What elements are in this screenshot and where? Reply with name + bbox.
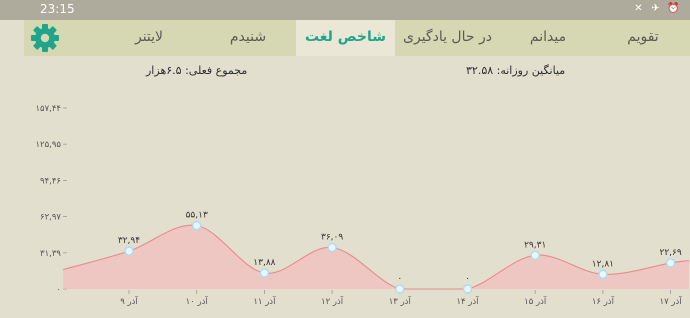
status-bar: 23:15 ✕ ✈ ⏰ <box>0 0 690 20</box>
data-point <box>530 250 540 261</box>
data-label: ۳۶,۰۹ <box>321 233 343 243</box>
y-tick-label: ۱۲۵,۹۵ <box>35 140 61 150</box>
y-tick-label: ۳۱,۳۹ <box>40 249 61 259</box>
data-label: ۱۳,۸۸ <box>253 258 275 268</box>
y-tick-label: ۱۵۷,۴۴ <box>35 104 61 114</box>
y-tick-label: ۹۴,۴۶ <box>40 176 61 186</box>
x-tick-label: ۱۵ آذر <box>524 295 547 307</box>
data-point <box>598 269 608 279</box>
status-icons: ✕ ✈ ⏰ <box>633 3 680 15</box>
x-tick-label: ۱۱ آذر <box>253 295 276 307</box>
data-point <box>462 284 473 294</box>
airplane-icon: ✈ <box>651 3 660 14</box>
data-point <box>124 246 134 256</box>
data-point <box>259 268 270 278</box>
tab-bar: تقویم میدانم در حال یادگیری شاخص لغت شنی… <box>24 20 690 56</box>
x-tick-label: ۱۷ آذر <box>660 295 683 307</box>
tab-known[interactable]: میدانم <box>500 20 596 56</box>
data-point <box>327 242 337 253</box>
data-label: ۰ <box>465 274 470 284</box>
data-label: ۲۲,۶۹ <box>659 248 681 258</box>
data-label: ۲۹,۳۱ <box>524 240 546 250</box>
tab-learning[interactable]: در حال یادگیری <box>395 20 500 56</box>
x-tick-label: ۹ آذر <box>120 295 138 307</box>
x-tick-label: ۱۶ آذر <box>592 295 615 307</box>
status-time: 23:15 <box>40 2 75 16</box>
tab-calendar[interactable]: تقویم <box>596 20 690 56</box>
current-total: مجموع فعلی: ۶.۵هزار <box>146 64 248 77</box>
y-tick-label: ۶۲,۹۷ <box>40 213 61 223</box>
series-area <box>63 225 689 289</box>
y-tick-label: ۰ <box>56 285 61 295</box>
daily-average: میانگین روزانه: ۳۲.۵۸ <box>466 64 566 77</box>
alarm-icon: ⏰ <box>667 3 680 14</box>
data-point <box>191 220 202 231</box>
data-label: ۵۵,۱۳ <box>186 211 208 221</box>
x-tick-label: ۱۳ آذر <box>389 295 412 307</box>
data-point <box>665 258 676 268</box>
gear-icon[interactable] <box>29 22 61 54</box>
data-label: ۱۲,۸۱ <box>592 259 614 269</box>
x-tick-label: ۱۰ آذر <box>186 295 209 307</box>
x-tick-label: ۱۲ آذر <box>321 295 344 307</box>
data-point <box>395 284 405 294</box>
mute-icon: ✕ <box>634 3 643 14</box>
y-axis: ۰ ۳۱,۳۹ ۶۲,۹۷ ۹۴,۴۶ ۱۲۵,۹۵ ۱۵۷,۴۴ <box>35 104 67 295</box>
data-label: ۰ <box>397 274 402 284</box>
data-label: ۳۲,۹۴ <box>118 236 140 246</box>
tab-leitner[interactable]: لایتنر <box>98 20 200 56</box>
word-index-chart: ۰ ۳۱,۳۹ ۶۲,۹۷ ۹۴,۴۶ ۱۲۵,۹۵ ۱۵۷,۴۴ ۹ آذر ۱۰ آذر… <box>35 104 690 307</box>
x-tick-label: ۱۴ آذر <box>456 295 479 307</box>
tab-heard[interactable]: شنیدم <box>200 20 296 56</box>
tab-word-index[interactable]: شاخص لغت <box>296 20 395 56</box>
